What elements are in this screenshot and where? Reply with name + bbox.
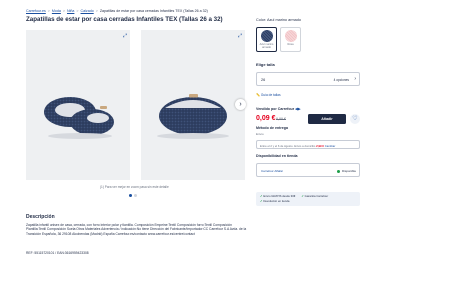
breadcrumb-current: Zapatillas de estar por casa cerradas In… [99, 9, 208, 13]
check-icon: ✓ [260, 194, 263, 198]
product-image-2[interactable]: ⤢ [141, 30, 245, 180]
description-title: Descripción [26, 214, 55, 220]
next-image-button[interactable]: › [235, 99, 246, 110]
color-label: Color: Azul marino armado [256, 18, 301, 22]
breadcrumb-separator: > [47, 9, 50, 13]
swatch-color [284, 30, 297, 42]
add-to-cart-button[interactable]: Añadir [308, 114, 346, 124]
availability-title: Disponibilidad en tienda [256, 154, 298, 158]
breadcrumb-separator: > [95, 9, 98, 13]
breadcrumb-separator: > [76, 9, 79, 13]
color-swatch-navy[interactable]: Azul marino armado [256, 27, 277, 52]
breadcrumb-link-nina[interactable]: Niña [67, 9, 74, 13]
delivery-option[interactable]: Entre el 2 y el 6 de Agosto. Envío a dom… [256, 140, 360, 149]
size-options-count: 4 opciones [333, 77, 349, 82]
image-caption: (1) Para ver mejor en zoom pasa sin este… [100, 185, 169, 189]
check-icon: ✓ [260, 199, 263, 203]
swatch-label: Azul marino armado [259, 43, 274, 49]
breadcrumb-link-calzado[interactable]: Calzado [81, 9, 94, 13]
size-guide-label: Guía de tallas [260, 93, 281, 97]
pagination-dot[interactable] [134, 194, 137, 197]
breadcrumb-link-home[interactable]: Carrefour.es [26, 9, 46, 13]
size-select[interactable]: 26 4 opciones › [256, 72, 360, 86]
color-label-text: Color: [256, 18, 267, 22]
wishlist-button[interactable]: ♡ [350, 114, 360, 124]
benefit-free-shipping-text: Envío GRATIS desde 30€ [263, 194, 296, 198]
heart-icon: ♡ [352, 116, 358, 122]
pagination-dot-active[interactable] [129, 194, 132, 197]
chevron-right-icon: › [354, 76, 356, 82]
delivery-subtitle: Envío [256, 132, 264, 136]
product-image-1[interactable]: ⤢ [26, 30, 130, 180]
swatch-label: Rosa [287, 43, 294, 46]
slipper-side-image [157, 94, 229, 139]
benefit-guarantee-text: Garantía Carrefour [304, 194, 329, 198]
carrefour-logo-icon: ◀▶ [295, 107, 301, 111]
ruler-icon: 📏 [256, 93, 260, 97]
check-icon: ✓ [301, 194, 304, 198]
color-swatch-rosa[interactable]: Rosa [280, 27, 301, 52]
delivery-change-link[interactable]: Cambiar [325, 144, 336, 148]
expand-icon[interactable]: ⤢ [123, 33, 127, 39]
description-text: Zapatilla infantil unisex de casa, cerra… [26, 223, 247, 236]
benefits-box: ✓Envío GRATIS desde 30€ ✓Garantía Carref… [256, 192, 360, 206]
delivery-text: Entre el 2 y el 6 de Agosto. Envío a dom… [260, 144, 316, 148]
seller-info: Vendido por Carrefour ◀▶ [256, 107, 301, 111]
swatch-color [260, 30, 273, 42]
status-dot-icon [337, 169, 341, 173]
benefit-returns: ✓Devolución en tienda [260, 199, 289, 204]
store-status: Disponible [337, 169, 356, 173]
store-status-text: Disponible [341, 169, 356, 173]
old-price: 9,99 € [276, 117, 286, 121]
size-guide-link[interactable]: 📏 Guía de tallas [256, 93, 281, 97]
image-pagination [129, 194, 137, 197]
delivery-price: 2,99 € [316, 144, 324, 148]
color-value: Azul marino armado [267, 18, 301, 22]
product-reference: REF: 55115720101 / EAN:3616959423308 [26, 251, 89, 255]
breadcrumb-link-moda[interactable]: Moda [52, 9, 61, 13]
expand-icon[interactable]: ⤢ [238, 33, 242, 39]
benefit-guarantee: ✓Garantía Carrefour [301, 194, 328, 199]
breadcrumb-separator: > [62, 9, 65, 13]
store-name[interactable]: Carrefour Alfafar [261, 169, 283, 173]
current-price: 0,09 € [256, 115, 276, 122]
page-title: Zapatillas de estar por casa cerradas In… [26, 16, 223, 23]
delivery-title: Método de entrega [256, 126, 288, 130]
slippers-pair-image [44, 97, 114, 139]
size-title: Elige talla [256, 62, 275, 67]
size-value: 26 [261, 77, 266, 82]
seller-label: Vendido por Carrefour [256, 107, 295, 111]
chevron-right-icon: › [239, 101, 242, 108]
store-availability[interactable]: Carrefour Alfafar Disponible [256, 163, 360, 177]
benefit-returns-text: Devolución en tienda [263, 199, 290, 203]
breadcrumb: Carrefour.es > Moda > Niña > Calzado > Z… [26, 9, 208, 13]
